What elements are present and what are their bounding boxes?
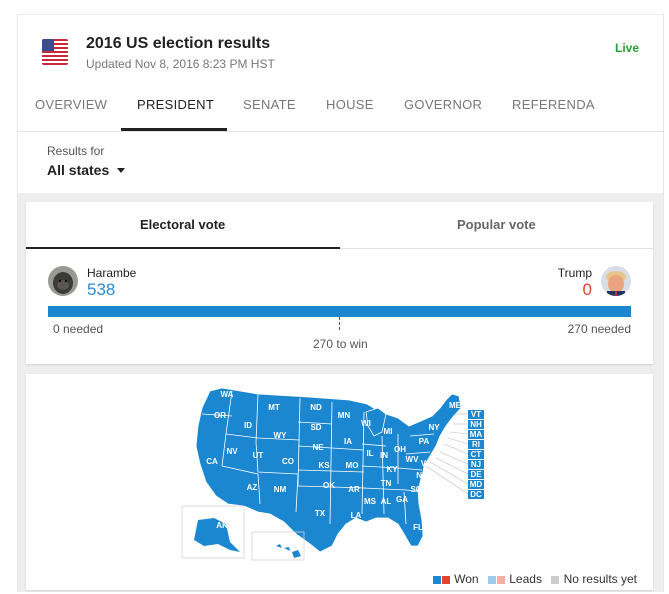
state-label-wi: WI bbox=[361, 419, 371, 428]
divider bbox=[340, 248, 653, 249]
election-card: 2016 US election results Updated Nov 8, … bbox=[17, 14, 664, 592]
state-label-ak: AK bbox=[216, 521, 228, 530]
state-label-ca: CA bbox=[206, 457, 218, 466]
harambe-avatar bbox=[48, 266, 78, 296]
state-label-al: AL bbox=[381, 497, 392, 506]
state-label-ms: MS bbox=[364, 497, 377, 506]
small-state-label-ma[interactable]: MA bbox=[470, 430, 483, 439]
map-legend: Won Leads No results yet bbox=[432, 572, 637, 586]
small-state-label-de[interactable]: DE bbox=[470, 470, 482, 479]
state-label-ar: AR bbox=[348, 485, 360, 494]
state-label-or: OR bbox=[214, 411, 226, 420]
tab-overview[interactable]: OVERVIEW bbox=[35, 97, 107, 112]
state-label-hi: HI bbox=[268, 541, 276, 550]
win-threshold-marker bbox=[339, 317, 340, 330]
tab-bar: OVERVIEW PRESIDENT SENATE HOUSE GOVERNOR… bbox=[18, 93, 663, 132]
tab-referenda[interactable]: REFERENDA bbox=[512, 97, 595, 112]
results-map-card: WA OR CA NV ID MT WY UT AZ CO NM ND SD NE KS OK TX MN IA MO… bbox=[26, 374, 653, 590]
state-label-oh: OH bbox=[394, 445, 406, 454]
us-flag-icon bbox=[42, 39, 68, 65]
leads-red-swatch bbox=[496, 575, 505, 584]
right-needed: 270 needed bbox=[567, 322, 631, 336]
state-label-nd: ND bbox=[310, 403, 322, 412]
left-needed: 0 needed bbox=[53, 322, 104, 336]
left-candidate-name: Harambe bbox=[87, 266, 137, 280]
won-blue-swatch bbox=[432, 575, 441, 584]
active-tab-indicator bbox=[121, 128, 227, 131]
state-label-sd: SD bbox=[310, 423, 321, 432]
state-label-wa: WA bbox=[221, 390, 234, 399]
state-label-id: ID bbox=[244, 421, 252, 430]
small-state-label-ri[interactable]: RI bbox=[472, 440, 480, 449]
state-label-wv: WV bbox=[406, 455, 420, 464]
live-badge: Live bbox=[614, 41, 639, 55]
updated-timestamp: Updated Nov 8, 2016 8:23 PM HST bbox=[86, 57, 275, 71]
state-label-la: LA bbox=[351, 511, 362, 520]
tab-popular-vote[interactable]: Popular vote bbox=[457, 217, 536, 232]
chevron-down-icon[interactable] bbox=[117, 168, 125, 173]
state-label-va: VA bbox=[421, 459, 432, 468]
state-label-wy: WY bbox=[274, 431, 288, 440]
trump-avatar bbox=[601, 266, 631, 296]
state-label-ut: UT bbox=[253, 451, 264, 460]
legend-no-results: No results yet bbox=[563, 572, 637, 586]
state-label-sc: SC bbox=[410, 485, 421, 494]
state-label-in: IN bbox=[380, 451, 388, 460]
state-label-ks: KS bbox=[318, 461, 330, 470]
won-red-swatch bbox=[441, 575, 450, 584]
state-label-tx: TX bbox=[315, 509, 326, 518]
leads-blue-swatch bbox=[487, 575, 496, 584]
state-label-pa: PA bbox=[419, 437, 430, 446]
legend-won: Won bbox=[454, 572, 479, 586]
small-state-label-md[interactable]: MD bbox=[470, 480, 483, 489]
left-candidate-votes: 538 bbox=[87, 280, 116, 299]
state-label-nc: NC bbox=[416, 471, 428, 480]
state-label-ny: NY bbox=[428, 423, 440, 432]
state-label-co: CO bbox=[282, 457, 294, 466]
electoral-progress-bar bbox=[48, 306, 631, 317]
results-for-label: Results for bbox=[47, 144, 105, 158]
state-label-az: AZ bbox=[247, 483, 258, 492]
small-state-label-dc[interactable]: DC bbox=[470, 490, 482, 499]
small-state-label-nh[interactable]: NH bbox=[470, 420, 482, 429]
right-candidate-votes: 0 bbox=[582, 280, 592, 299]
state-label-ky: KY bbox=[386, 465, 398, 474]
tab-senate[interactable]: SENATE bbox=[243, 97, 296, 112]
electoral-progress-fill bbox=[48, 306, 631, 317]
hawaii-shape bbox=[276, 544, 301, 558]
small-state-label-vt[interactable]: VT bbox=[471, 410, 481, 419]
tab-president[interactable]: PRESIDENT bbox=[137, 97, 214, 112]
state-label-mo: MO bbox=[346, 461, 359, 470]
legend-leads: Leads bbox=[509, 572, 542, 586]
state-label-mt: MT bbox=[268, 403, 280, 412]
state-label-fl: FL bbox=[413, 523, 423, 532]
tab-electoral-vote[interactable]: Electoral vote bbox=[140, 217, 225, 232]
right-candidate-name: Trump bbox=[557, 266, 592, 280]
state-label-ne: NE bbox=[312, 443, 324, 452]
page-title: 2016 US election results bbox=[86, 35, 271, 52]
tab-house[interactable]: HOUSE bbox=[326, 97, 374, 112]
state-selector[interactable]: All states bbox=[47, 162, 109, 178]
state-label-mn: MN bbox=[338, 411, 351, 420]
state-label-nm: NM bbox=[274, 485, 287, 494]
state-label-mi: MI bbox=[384, 427, 393, 436]
no-results-swatch bbox=[551, 575, 560, 584]
state-label-ia: IA bbox=[344, 437, 352, 446]
state-label-nv: NV bbox=[226, 447, 238, 456]
to-win-label: 270 to win bbox=[313, 337, 368, 351]
state-label-tn: TN bbox=[381, 479, 392, 488]
active-vote-tab-indicator bbox=[26, 247, 340, 249]
electoral-vote-card: Electoral vote Popular vote Harambe 538 bbox=[26, 202, 653, 364]
state-label-il: IL bbox=[366, 449, 373, 458]
us-map[interactable]: WA OR CA NV ID MT WY UT AZ CO NM ND SD NE KS OK TX MN IA MO… bbox=[26, 374, 653, 590]
small-state-label-nj[interactable]: NJ bbox=[471, 460, 481, 469]
state-label-ok: OK bbox=[323, 481, 335, 490]
tab-governor[interactable]: GOVERNOR bbox=[404, 97, 482, 112]
state-label-me: ME bbox=[449, 401, 462, 410]
small-state-label-ct[interactable]: CT bbox=[471, 450, 482, 459]
state-label-ga: GA bbox=[396, 495, 408, 504]
